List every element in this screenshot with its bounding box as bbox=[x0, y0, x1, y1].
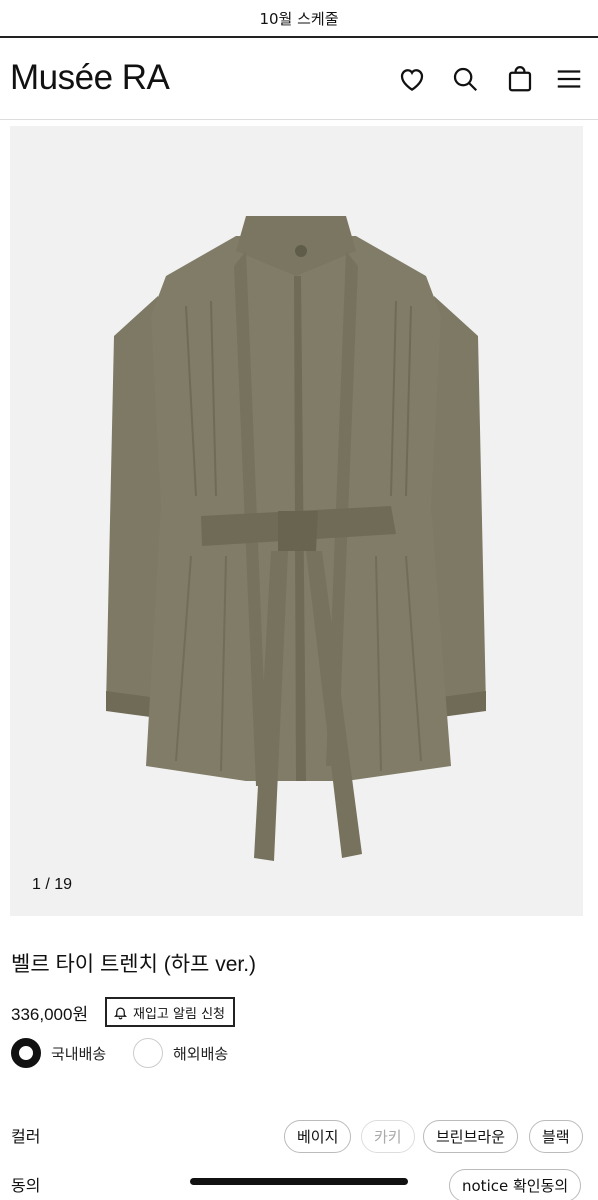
color-option-label: 컬러 bbox=[11, 1127, 41, 1146]
color-chip-brin-brown[interactable]: 브린브라운 bbox=[423, 1120, 519, 1153]
shipping-label-overseas: 해외배송 bbox=[173, 1044, 229, 1063]
product-image bbox=[106, 216, 486, 861]
product-image-gallery[interactable]: 1 / 19 bbox=[10, 126, 583, 916]
consent-option-label: 동의 bbox=[11, 1176, 41, 1195]
announcement-bar[interactable]: 10월 스케줄 bbox=[0, 0, 598, 38]
color-chip-khaki[interactable]: 카키 bbox=[361, 1120, 415, 1153]
announcement-text[interactable]: 10월 스케줄 bbox=[259, 8, 338, 29]
color-chip-black[interactable]: 블랙 bbox=[529, 1120, 583, 1153]
menu-icon[interactable] bbox=[552, 62, 586, 96]
radio-unselected[interactable] bbox=[133, 1038, 163, 1068]
shopping-bag-icon[interactable] bbox=[503, 62, 537, 96]
image-counter: 1 / 19 bbox=[32, 876, 73, 893]
radio-selected[interactable] bbox=[11, 1038, 41, 1068]
brand-logo[interactable]: Musée RA bbox=[10, 58, 170, 98]
product-title: 벨르 타이 트렌치 (하프 ver.) bbox=[11, 953, 257, 976]
site-header: Musée RA bbox=[0, 40, 598, 120]
bell-icon bbox=[113, 1007, 128, 1019]
heart-icon[interactable] bbox=[395, 62, 429, 96]
restock-alert-button[interactable]: 재입고 알림 신청 bbox=[105, 997, 235, 1027]
shipping-option-overseas[interactable]: 해외배송 bbox=[133, 1038, 228, 1068]
shipping-label-domestic: 국내배송 bbox=[51, 1044, 107, 1063]
home-indicator[interactable] bbox=[190, 1178, 408, 1185]
product-price: 336,000원 bbox=[11, 1005, 89, 1024]
search-icon[interactable] bbox=[448, 62, 482, 96]
consent-chip[interactable]: notice 확인동의 bbox=[449, 1169, 582, 1200]
shipping-option-domestic[interactable]: 국내배송 bbox=[11, 1038, 106, 1068]
color-chip-beige[interactable]: 베이지 bbox=[284, 1120, 352, 1153]
restock-alert-label: 재입고 알림 신청 bbox=[133, 1006, 225, 1022]
